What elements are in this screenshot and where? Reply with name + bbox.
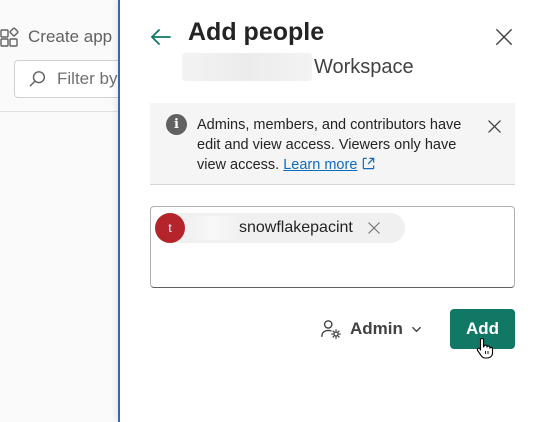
role-label: Admin xyxy=(350,319,403,338)
remove-person-button[interactable] xyxy=(367,221,381,235)
person-name: snowflakepacint xyxy=(239,219,353,236)
info-message-bar: i Admins, members, and contributors have… xyxy=(150,103,515,185)
grid-apps-icon xyxy=(0,27,19,47)
create-app-button[interactable]: Create app xyxy=(0,24,112,50)
dismiss-info-button[interactable] xyxy=(485,117,503,135)
external-link-icon xyxy=(363,157,375,170)
create-app-label: Create app xyxy=(28,27,113,46)
role-dropdown[interactable]: Admin xyxy=(320,314,422,344)
redacted-person-name xyxy=(185,216,241,240)
divider xyxy=(0,111,120,112)
workspace-subtitle: Workspace xyxy=(182,52,414,82)
learn-more-label: Learn more xyxy=(283,157,358,173)
add-button[interactable]: Add xyxy=(450,309,515,349)
avatar: t xyxy=(155,213,185,243)
info-icon: i xyxy=(166,114,187,135)
back-button[interactable] xyxy=(148,24,174,50)
people-picker-input[interactable]: t snowflakepacint xyxy=(150,206,515,288)
close-icon xyxy=(487,119,501,133)
filter-placeholder: Filter by xyxy=(57,69,118,88)
search-icon xyxy=(29,71,46,87)
person-settings-icon xyxy=(321,320,341,339)
chevron-down-icon xyxy=(412,326,421,332)
workspace-suffix: Workspace xyxy=(314,55,414,78)
filter-input[interactable]: Filter by xyxy=(14,60,134,98)
learn-more-link[interactable]: Learn more xyxy=(283,157,376,173)
close-button[interactable] xyxy=(492,25,516,49)
close-icon xyxy=(496,29,512,45)
info-text: Admins, members, and contributors have e… xyxy=(197,115,477,175)
back-arrow-icon xyxy=(151,29,171,45)
add-people-panel: Add people Workspace i Admins, members, … xyxy=(118,0,537,422)
redacted-workspace-name xyxy=(182,53,312,81)
background-page: Create app Filter by xyxy=(0,0,134,422)
close-icon xyxy=(368,222,380,234)
panel-title: Add people xyxy=(188,18,325,46)
person-chip: t snowflakepacint xyxy=(155,213,405,243)
